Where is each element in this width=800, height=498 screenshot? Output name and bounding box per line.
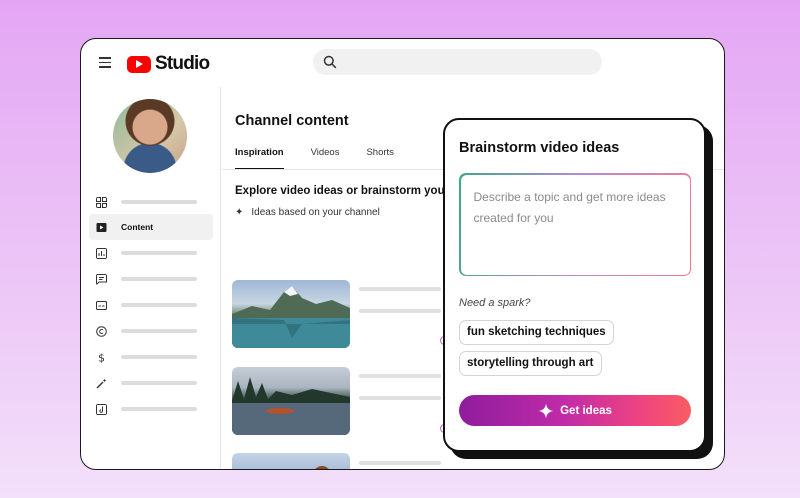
suggestion-chip[interactable]: fun sketching techniques	[459, 320, 614, 345]
explore-heading: Explore video ideas or brainstorm you	[235, 185, 445, 197]
sidebar-item-label: Content	[121, 222, 154, 232]
title-placeholder	[359, 461, 441, 465]
copyright-icon	[96, 325, 107, 337]
sidebar-item-analytics[interactable]	[89, 240, 213, 266]
customization-icon	[96, 378, 107, 388]
sparkle-icon	[538, 403, 554, 418]
sidebar-item-comments[interactable]	[89, 266, 213, 292]
audio-library-icon	[96, 403, 107, 415]
sparkle-icon: ✦	[235, 207, 244, 218]
sidebar-item-copyright[interactable]	[89, 318, 213, 344]
sidebar-item-subtitles[interactable]	[89, 292, 213, 318]
earn-icon: $	[98, 352, 105, 363]
mountain-lake-image	[232, 286, 350, 348]
sidebar-item-customization[interactable]	[89, 370, 213, 396]
youtube-logo-icon	[127, 55, 151, 73]
sidebar-item-placeholder	[121, 200, 197, 204]
topic-input-placeholder[interactable]: Describe a topic and get more ideas crea…	[460, 174, 690, 275]
tab-inspiration[interactable]: Inspiration	[235, 147, 284, 170]
content-tabs: Inspiration Videos Shorts	[235, 147, 421, 170]
forest-lake-image	[232, 377, 350, 435]
ideas-channel-label: Ideas based on your channel	[251, 207, 380, 218]
sidebar-item-placeholder	[121, 407, 197, 411]
video-thumbnail[interactable]	[232, 280, 350, 348]
topic-input[interactable]: Describe a topic and get more ideas crea…	[459, 173, 691, 276]
svg-text:$: $	[98, 352, 105, 363]
meta-placeholder	[359, 309, 441, 313]
sidebar-item-dashboard[interactable]	[89, 189, 213, 215]
sidebar-item-placeholder	[121, 303, 197, 307]
page-title: Channel content	[235, 113, 349, 129]
video-thumbnail[interactable]	[232, 367, 350, 435]
get-ideas-label: Get ideas	[560, 404, 612, 417]
sidebar-item-content[interactable]: Content	[89, 214, 213, 240]
analytics-icon	[96, 247, 107, 259]
top-bar: Studio	[81, 39, 724, 87]
spark-label: Need a spark?	[459, 297, 531, 309]
search-icon	[323, 55, 337, 69]
sidebar-item-earn[interactable]: $	[89, 344, 213, 370]
title-placeholder	[359, 287, 441, 291]
ideas-channel-row: ✦ Ideas based on your channel	[235, 207, 380, 218]
hiker-lake-image	[315, 466, 329, 469]
dashboard-icon	[96, 196, 107, 208]
title-placeholder	[359, 374, 441, 378]
meta-placeholder	[359, 396, 441, 400]
tab-shorts[interactable]: Shorts	[366, 147, 393, 170]
sidebar-item-placeholder	[121, 277, 197, 281]
sidebar-item-placeholder	[121, 329, 197, 333]
sidebar-item-placeholder	[121, 251, 197, 255]
sidebar-item-audio-library[interactable]	[89, 396, 213, 422]
logo-text: Studio	[155, 53, 210, 74]
sidebar: Content $	[81, 87, 221, 469]
brainstorm-card: Brainstorm video ideas Describe a topic …	[443, 118, 706, 452]
menu-icon[interactable]	[99, 57, 111, 68]
content-icon	[96, 222, 107, 232]
get-ideas-button[interactable]: Get ideas	[459, 395, 691, 426]
tab-videos[interactable]: Videos	[311, 147, 340, 170]
search-input[interactable]	[313, 49, 602, 75]
brainstorm-title: Brainstorm video ideas	[459, 140, 620, 156]
subtitles-icon	[96, 300, 107, 310]
studio-logo[interactable]: Studio	[127, 53, 210, 75]
suggestion-chip[interactable]: storytelling through art	[459, 351, 602, 376]
sidebar-item-placeholder	[121, 381, 197, 385]
comments-icon	[96, 273, 107, 285]
video-thumbnail[interactable]	[232, 453, 350, 469]
sidebar-item-placeholder	[121, 355, 197, 359]
avatar[interactable]	[113, 99, 187, 173]
